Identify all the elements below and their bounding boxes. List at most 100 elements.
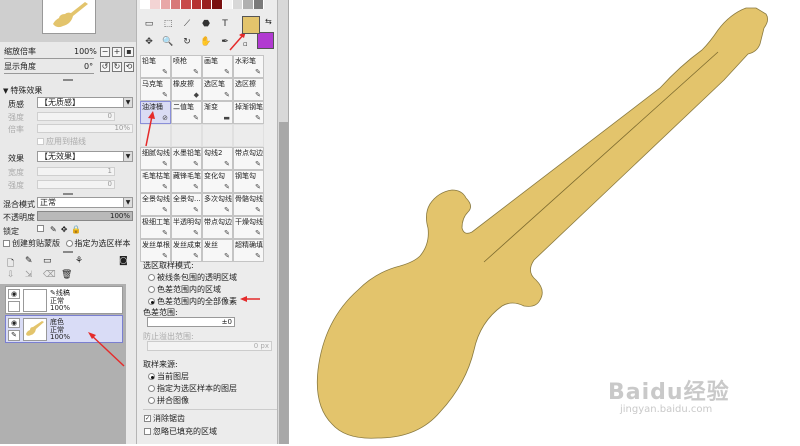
brush-cell[interactable]: 细腻勾线 ✎ <box>140 147 171 170</box>
palette-swatch[interactable] <box>222 0 233 9</box>
brush-cell[interactable]: 干燥勾线 ✎ <box>233 216 264 239</box>
brush-cell[interactable]: 藏锋毛笔 ✎ <box>171 170 202 193</box>
brush-icon: ✎ <box>224 206 230 214</box>
effects-header[interactable]: ▼ 特殊效果 <box>0 84 136 97</box>
zoom-reset-button[interactable]: ▪ <box>124 46 134 57</box>
clear-layer-icon[interactable]: ⌫ <box>43 270 56 280</box>
pen-icon[interactable] <box>8 301 20 312</box>
select-mode-option-2[interactable]: 色差范围内的全部像素 <box>148 296 237 307</box>
brush-cell[interactable]: 铅笔 ✎ <box>140 55 171 78</box>
palette-swatch[interactable] <box>191 0 202 9</box>
brush-cell[interactable]: 变化勾 ✎ <box>202 170 233 193</box>
swap-colors-icon[interactable]: ⇆ <box>265 17 272 26</box>
trash-icon[interactable]: 🗑 <box>61 270 72 280</box>
magic-wand-icon[interactable]: ⟋ <box>180 18 194 30</box>
rotation-slider[interactable] <box>4 71 94 74</box>
palette-swatch[interactable] <box>243 0 254 9</box>
select-mode-option-1[interactable]: 色差范围内的区域 <box>148 284 221 295</box>
rotate-icon[interactable]: ↻ <box>180 36 194 48</box>
new-vector-layer-icon[interactable]: ✎ <box>25 256 33 266</box>
zoom-out-button[interactable]: − <box>100 46 110 57</box>
layer-mask-icon[interactable]: ◙ <box>119 256 128 266</box>
lasso-icon[interactable]: ⬚ <box>161 18 175 30</box>
pen-icon[interactable]: ✎ <box>8 330 20 341</box>
brush-cell[interactable]: 钢笔勾 ✎ <box>233 170 264 193</box>
palette-swatch[interactable] <box>160 0 171 9</box>
brush-cell[interactable]: 带点勾边 ✎ <box>202 216 233 239</box>
section-divider[interactable] <box>0 192 136 196</box>
brush-cell[interactable]: 水彩笔 ✎ <box>233 55 264 78</box>
brush-cell[interactable]: 马克笔 ✎ <box>140 78 171 101</box>
palette-swatch[interactable] <box>170 0 182 9</box>
rotate-right-button[interactable]: ↻ <box>112 61 122 72</box>
navigator-preview[interactable] <box>0 0 136 42</box>
antialias-option[interactable]: ✓ 消除锯齿 <box>144 413 185 424</box>
brush-cell[interactable]: 全景勾线勾线 ✎ <box>140 193 171 216</box>
section-divider[interactable] <box>0 250 136 254</box>
rect-select-icon[interactable]: ▭ <box>142 18 156 30</box>
lock-alpha-checkbox[interactable] <box>37 225 44 232</box>
blend-mode-select[interactable]: 正常 ▼ <box>37 197 133 208</box>
zoom-icon[interactable]: 🔍 <box>161 36 175 48</box>
brush-cell[interactable]: 二值笔 ✎ <box>171 101 202 124</box>
source-option-0[interactable]: 当前图层 <box>148 371 189 382</box>
brush-cell[interactable]: 渐变 ▬ <box>202 101 233 124</box>
select-mode-option-0[interactable]: 被线条包围的透明区域 <box>148 272 237 283</box>
brush-cell[interactable]: 水墨铅笔 ✎ <box>171 147 202 170</box>
brush-cell[interactable]: 选区擦 ✎ <box>233 78 264 101</box>
new-folder-icon[interactable]: ▭ <box>43 256 52 266</box>
blend-mode-value: 正常 <box>40 198 56 207</box>
rotation-value: 0° <box>84 62 94 71</box>
palette-swatch[interactable] <box>201 0 213 9</box>
brush-cell[interactable]: 掉渐钢笔 ✎ <box>233 101 264 124</box>
move-lock-icon[interactable]: ✥ <box>61 225 68 234</box>
source-option-2[interactable]: 拼合图像 <box>148 395 189 406</box>
palette-swatch[interactable] <box>212 0 223 9</box>
rotate-reset-button[interactable]: ⟲ <box>124 61 134 72</box>
brush-cell[interactable]: 极细工笔 ✎ <box>140 216 171 239</box>
primary-color-swatch[interactable] <box>242 16 260 34</box>
brush-lock-icon[interactable]: ✎ <box>50 225 57 234</box>
brush-cell[interactable]: 骨骼勾线 ✎ <box>233 193 264 216</box>
brush-cell[interactable]: 橡皮擦 ◆ <box>171 78 202 101</box>
palette-swatch[interactable] <box>253 0 264 9</box>
eye-icon[interactable]: ◉ <box>8 318 20 328</box>
palette-swatch[interactable] <box>150 0 161 9</box>
brush-cell[interactable]: 多次勾线 ✎ <box>202 193 233 216</box>
source-option-1[interactable]: 指定为选区样本的图层 <box>148 383 237 394</box>
merge-down-icon[interactable]: ⇩ <box>7 270 15 280</box>
scrollbar-thumb[interactable] <box>279 122 288 444</box>
layer-effect-icon[interactable]: ⚘ <box>75 256 83 266</box>
clipping-checkbox[interactable] <box>3 240 10 247</box>
palette-swatch[interactable] <box>140 0 151 9</box>
layer-item-lineart[interactable]: ◉ ✎线稿 正常 100% <box>5 286 123 314</box>
brush-cell[interactable]: 带点勾边 ✎ <box>233 147 264 170</box>
palette-swatch[interactable] <box>181 0 192 9</box>
rotate-left-button[interactable]: ↺ <box>100 61 110 72</box>
brush-cell[interactable]: 选区笔 ✎ <box>202 78 233 101</box>
zoom-in-button[interactable]: + <box>112 46 122 57</box>
secondary-color-swatch[interactable] <box>257 32 274 49</box>
section-divider[interactable] <box>0 78 136 82</box>
brush-cell[interactable]: 画笔 ✎ <box>202 55 233 78</box>
drawing-canvas[interactable]: Baidu经验 jingyan.baidu.com <box>290 0 800 444</box>
move-icon[interactable]: ✥ <box>142 36 156 48</box>
lock-icon[interactable]: 🔒 <box>71 225 81 234</box>
tolerance-field[interactable]: ±0 <box>147 317 235 327</box>
zoom-slider[interactable] <box>4 56 94 59</box>
texture-select[interactable]: 【无质感】 ▼ <box>37 97 133 108</box>
effect-select[interactable]: 【无效果】 ▼ <box>37 151 133 162</box>
ignore-filled-option[interactable]: 忽略已填充的区域 <box>144 426 217 437</box>
eye-icon[interactable]: ◉ <box>8 289 20 299</box>
layer-select-icon[interactable]: ⬣ <box>199 18 213 30</box>
brush-cell[interactable]: 全景勾... ✎ <box>171 193 202 216</box>
brush-cell[interactable]: 勾线2 ✎ <box>202 147 233 170</box>
palette-swatch[interactable] <box>232 0 244 9</box>
selection-source-radio[interactable] <box>65 240 73 247</box>
brush-cell[interactable]: 半透明勾线 ✎ <box>171 216 202 239</box>
hand-icon[interactable]: ✋ <box>199 36 213 48</box>
brush-cell[interactable]: 喷枪 ✎ <box>171 55 202 78</box>
transfer-icon[interactable]: ⇲ <box>25 270 33 280</box>
opacity-slider[interactable]: 100% <box>37 211 133 221</box>
brush-cell[interactable]: 毛笔枯笔 ✎ <box>140 170 171 193</box>
